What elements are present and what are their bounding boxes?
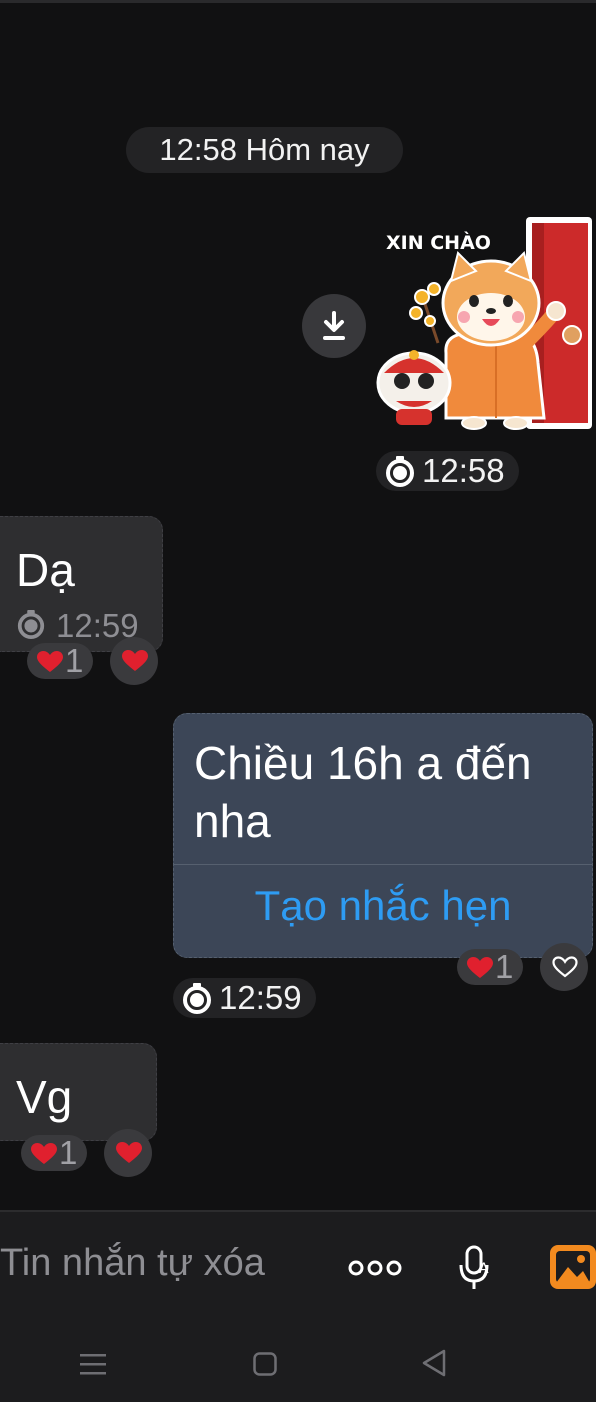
incoming-message[interactable]: Dạ 12:59 <box>0 516 163 652</box>
message-text: Vg <box>16 1071 73 1123</box>
image-icon[interactable] <box>550 1245 596 1289</box>
sticker-time-badge: 12:58 <box>376 451 519 491</box>
message-divider <box>174 864 592 865</box>
download-icon <box>323 311 345 340</box>
heart-outline-icon <box>552 956 578 978</box>
outgoing-message[interactable]: Chiều 16h a đến nha Tạo nhắc hẹn <box>173 713 593 958</box>
system-nav-bar <box>0 1324 596 1402</box>
reaction-count: 1 <box>59 1134 78 1171</box>
timer-icon <box>17 609 45 639</box>
reaction-count-badge[interactable]: 1 <box>27 643 93 679</box>
home-icon[interactable] <box>253 1352 277 1376</box>
sticker-message[interactable]: XIN CHÀO <box>376 213 596 438</box>
message-input[interactable]: Tin nhắn tự xóa <box>0 1242 265 1285</box>
message-text: Chiều 16h a đến nha <box>194 737 532 847</box>
sticker-time: 12:58 <box>422 452 505 489</box>
message-time: 12:59 <box>219 979 302 1016</box>
status-bar-edge <box>0 0 596 3</box>
back-icon[interactable] <box>422 1349 446 1377</box>
message-time-badge: 12:59 <box>173 978 316 1018</box>
heart-icon <box>122 650 148 671</box>
more-dots-icon[interactable] <box>348 1258 402 1278</box>
reaction-count: 1 <box>65 642 84 679</box>
reaction-count-badge[interactable]: 1 <box>21 1135 87 1171</box>
reaction-count-badge[interactable]: 1 <box>457 949 523 985</box>
voice-to-text-icon[interactable]: A <box>457 1245 493 1291</box>
download-button[interactable] <box>302 294 366 358</box>
recent-apps-icon[interactable] <box>80 1352 106 1376</box>
date-separator: 12:58 Hôm nay <box>126 127 403 173</box>
heart-icon <box>467 957 493 978</box>
react-heart-button[interactable] <box>540 943 588 991</box>
heart-icon <box>37 651 63 672</box>
react-heart-button[interactable] <box>104 1129 152 1177</box>
message-text: Dạ <box>16 544 75 596</box>
heart-icon <box>31 1143 57 1164</box>
timer-icon <box>386 456 414 487</box>
message-input-bar: Tin nhắn tự xóa A <box>0 1210 596 1326</box>
sticker-caption: XIN CHÀO <box>386 231 491 254</box>
svg-text:A: A <box>479 1261 489 1277</box>
incoming-message[interactable]: Vg <box>0 1043 157 1141</box>
react-heart-button[interactable] <box>110 637 158 685</box>
heart-icon <box>116 1142 142 1163</box>
reaction-count: 1 <box>495 948 514 985</box>
timer-icon <box>183 983 211 1014</box>
create-reminder-button[interactable]: Tạo nhắc hẹn <box>174 882 592 930</box>
